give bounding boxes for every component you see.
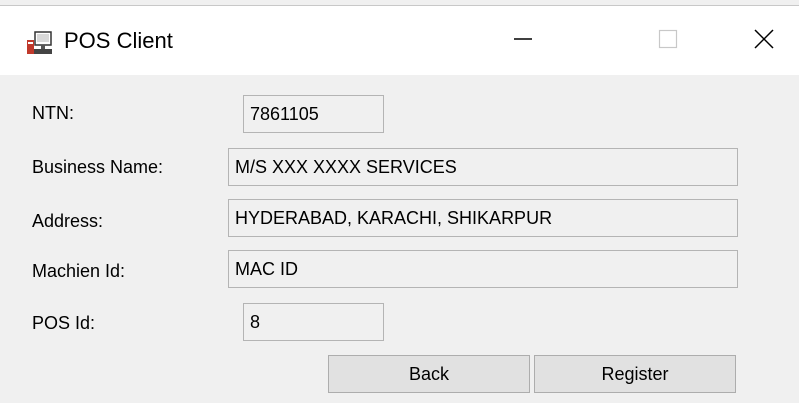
address-field[interactable]: HYDERABAD, KARACHI, SHIKARPUR — [228, 199, 738, 237]
title-bar[interactable]: POS Client — [0, 5, 799, 75]
machine-id-field[interactable]: MAC ID — [228, 250, 738, 288]
close-icon — [753, 28, 775, 55]
machine-id-label: Machien Id: — [32, 261, 126, 281]
back-button[interactable]: Back — [328, 355, 530, 393]
pos-terminal-icon — [26, 31, 52, 55]
ntn-field[interactable]: 7861105 — [243, 95, 384, 133]
maximize-button[interactable] — [628, 6, 708, 76]
close-button[interactable] — [724, 6, 799, 76]
window-title: POS Client — [64, 28, 173, 53]
business-name-label: Business Name: — [32, 157, 164, 177]
business-name-field[interactable]: M/S XXX XXXX SERVICES — [228, 148, 738, 186]
minimize-icon — [513, 29, 533, 54]
pos-id-label: POS Id: — [32, 313, 96, 333]
pos-client-window: POS Client NTN: 7861105 Business Name: M… — [0, 0, 799, 403]
register-button[interactable]: Register — [534, 355, 736, 393]
address-label: Address: — [32, 211, 104, 231]
pos-id-field[interactable]: 8 — [243, 303, 384, 341]
maximize-icon — [658, 29, 678, 54]
ntn-label: NTN: — [32, 103, 74, 123]
minimize-button[interactable] — [483, 6, 563, 76]
